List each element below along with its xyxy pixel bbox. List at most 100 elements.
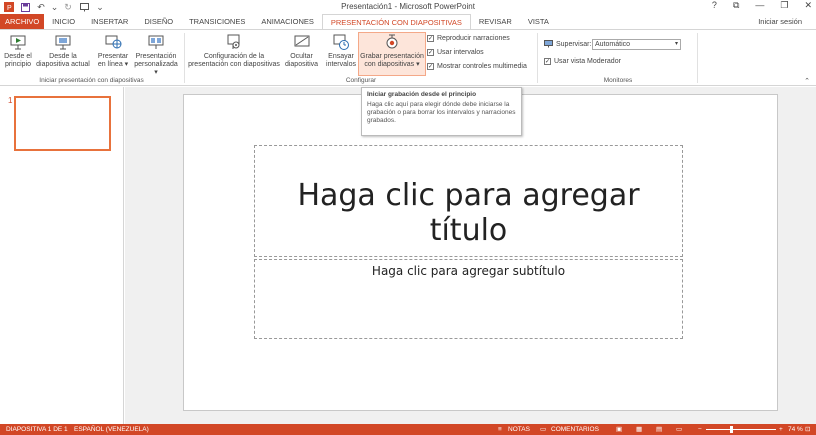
from-current-slide-button[interactable]: Desde la diapositiva actual [34, 33, 92, 69]
tab-vista[interactable]: VISTA [520, 14, 557, 29]
record-icon [386, 34, 398, 49]
notes-icon[interactable]: ≡ [498, 424, 502, 435]
setup-slide-show-icon [227, 34, 240, 49]
title-placeholder[interactable]: Haga clic para agregar título [254, 145, 683, 257]
custom-show-label-2: personalizada ▾ [134, 61, 178, 76]
setup-slide-show-button[interactable]: Configuración de la presentación con dia… [186, 33, 282, 69]
from-beginning-label-2: principio [4, 61, 32, 68]
from-current-slide-icon [55, 35, 71, 50]
group-separator [537, 33, 538, 83]
rehearse-label-1: Ensayar [328, 53, 354, 60]
notes-button[interactable]: NOTAS [508, 424, 530, 435]
window-title: Presentación1 - Microsoft PowerPoint [341, 2, 475, 11]
present-online-icon [105, 35, 122, 49]
close-icon[interactable]: ✕ [804, 0, 812, 11]
group-separator [184, 33, 185, 83]
ribbon-display-options-icon[interactable]: ⧉ [733, 0, 739, 11]
monitor-selector: Supervisar: [544, 40, 591, 48]
monitor-value: Automático [595, 41, 631, 48]
group-label-setup: Configurar [345, 77, 377, 84]
monitor-icon [544, 40, 553, 48]
chevron-down-icon: ▾ [674, 41, 678, 47]
hide-slide-label-1: Ocultar [290, 53, 313, 60]
present-online-label-2: en línea ▾ [97, 61, 129, 68]
status-bar: DIAPOSITIVA 1 DE 1 ESPAÑOL (VENEZUELA) ≡… [0, 424, 816, 435]
zoom-slider-track[interactable] [706, 429, 776, 430]
tooltip-title: Iniciar grabación desde el principio [367, 91, 477, 98]
checkmark-icon: ✓ [427, 49, 434, 56]
tab-insertar[interactable]: INSERTAR [83, 14, 136, 29]
comments-icon[interactable]: ▭ [540, 424, 546, 435]
record-tooltip: Iniciar grabación desde el principio Hag… [361, 87, 522, 136]
rehearse-label-2: intervalos [326, 61, 356, 68]
slideshow-view-icon[interactable]: ▭ [676, 424, 682, 435]
title-bar: P ↶ ⌄ ↻ ⌄ Presentación1 - Microsoft Powe… [0, 0, 816, 14]
from-beginning-icon [10, 35, 26, 50]
title-placeholder-text: Haga clic para agregar título [297, 178, 640, 248]
slide-thumbnail-number: 1 [8, 96, 13, 105]
from-beginning-button[interactable]: Desde el principio [3, 33, 33, 69]
ribbon-tabs: ARCHIVO INICIO INSERTAR DISEÑO TRANSICIO… [0, 14, 816, 29]
setup-label-1: Configuración de la [203, 53, 265, 60]
zoom-slider-thumb[interactable] [730, 426, 734, 433]
ribbon: Desde el principio Desde la diapositiva … [0, 29, 816, 86]
help-icon[interactable]: ? [712, 0, 717, 11]
record-slide-show-button[interactable]: Grabar presentación con diapositivas ▾ [358, 32, 426, 76]
hide-slide-label-2: diapositiva [284, 61, 319, 68]
fit-to-window-icon[interactable]: ⊡ [805, 424, 810, 435]
tab-revisar[interactable]: REVISAR [471, 14, 520, 29]
tab-archivo[interactable]: ARCHIVO [0, 14, 45, 29]
use-timings-checkbox[interactable]: ✓ Usar intervalos [427, 49, 484, 56]
tab-presentacion-con-diapositivas[interactable]: PRESENTACIÓN CON DIAPOSITIVAS [321, 14, 471, 29]
setup-label-2: presentación con diapositivas [188, 61, 280, 68]
play-narrations-checkbox[interactable]: ✓ Reproducir narraciones [427, 35, 510, 42]
slide-sorter-icon[interactable]: ▦ [636, 424, 642, 435]
tooltip-body: Haga clic aquí para elegir dónde debe in… [367, 101, 516, 124]
rehearse-timings-icon [333, 34, 349, 50]
zoom-level[interactable]: 74 % [788, 424, 803, 435]
window-controls: ? ⧉ — ❐ ✕ [712, 0, 812, 11]
hide-slide-icon [294, 35, 309, 47]
language-indicator[interactable]: ESPAÑOL (VENEZUELA) [74, 424, 149, 435]
tab-transiciones[interactable]: TRANSICIONES [181, 14, 253, 29]
slide-thumbnail[interactable] [14, 96, 111, 151]
zoom-in-button[interactable]: + [779, 424, 783, 435]
sign-in-link[interactable]: Iniciar sesión [758, 17, 802, 26]
monitor-label: Supervisar: [556, 40, 592, 48]
group-separator [697, 33, 698, 83]
normal-view-icon[interactable]: ▣ [616, 424, 622, 435]
slide-count: DIAPOSITIVA 1 DE 1 [6, 426, 68, 433]
tab-diseno[interactable]: DISEÑO [136, 14, 181, 29]
tab-inicio[interactable]: INICIO [44, 14, 83, 29]
present-online-label-1: Presentar [97, 53, 129, 60]
group-label-monitors: Monitores [603, 77, 633, 84]
zoom-out-button[interactable]: − [698, 424, 702, 435]
rehearse-timings-button[interactable]: Ensayar intervalos [324, 33, 358, 69]
from-current-label-2: diapositiva actual [36, 61, 90, 68]
checkmark-icon: ✓ [427, 35, 434, 42]
collapse-ribbon-icon[interactable]: ⌃ [804, 77, 810, 85]
play-narrations-label: Reproducir narraciones [437, 35, 510, 42]
use-timings-label: Usar intervalos [437, 49, 484, 56]
show-media-controls-checkbox[interactable]: ✓ Mostrar controles multimedia [427, 63, 527, 70]
reading-view-icon[interactable]: ▤ [656, 424, 662, 435]
record-label-2: con diapositivas ▾ [364, 61, 420, 68]
custom-show-label-1: Presentación [135, 53, 177, 60]
checkmark-icon: ✓ [427, 63, 434, 70]
present-online-button[interactable]: Presentar en línea ▾ [94, 33, 132, 69]
presenter-view-checkbox[interactable]: ✓ Usar vista Moderador [544, 58, 621, 65]
record-label-1: Grabar presentación [360, 53, 424, 60]
minimize-icon[interactable]: — [755, 0, 764, 11]
monitor-dropdown[interactable]: Automático ▾ [592, 39, 681, 50]
subtitle-placeholder[interactable]: Haga clic para agregar subtítulo [254, 259, 683, 339]
from-beginning-label-1: Desde el [4, 53, 32, 60]
custom-slide-show-icon [148, 35, 164, 49]
checkmark-icon: ✓ [544, 58, 551, 65]
hide-slide-button[interactable]: Ocultar diapositiva [283, 33, 320, 69]
custom-slide-show-button[interactable]: Presentación personalizada ▾ [132, 33, 180, 77]
maximize-icon[interactable]: ❐ [780, 0, 788, 11]
from-current-label-1: Desde la [49, 53, 77, 60]
tab-animaciones[interactable]: ANIMACIONES [253, 14, 322, 29]
group-label-start: Iniciar presentación con diapositivas [39, 77, 144, 84]
comments-button[interactable]: COMENTARIOS [551, 424, 599, 435]
